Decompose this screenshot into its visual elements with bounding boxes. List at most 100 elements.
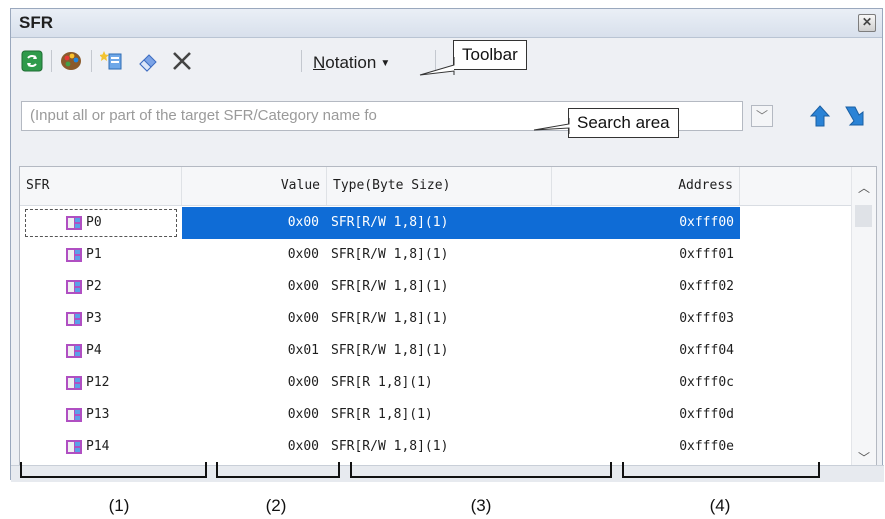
- sfr-panel: SFR ✕ Notation ▼ (Input all or part of t…: [10, 8, 884, 482]
- section-label-3: (3): [470, 496, 492, 515]
- column-header-value[interactable]: Value: [182, 167, 327, 205]
- sfr-name-wrap[interactable]: P0: [25, 209, 177, 237]
- cell-type: SFR[R 1,8](1): [331, 407, 433, 422]
- column-bracket-3: [350, 462, 612, 478]
- cell-type: SFR[R/W 1,8](1): [331, 279, 449, 294]
- table-row[interactable]: P13 0x00 SFR[R 1,8](1) 0xfff0d: [20, 399, 854, 431]
- cell-value[interactable]: 0x00: [182, 367, 327, 399]
- table-row[interactable]: P3 0x00 SFR[R/W 1,8](1) 0xfff03: [20, 303, 854, 335]
- cell-value[interactable]: 0x00: [182, 271, 327, 303]
- scroll-down-icon[interactable]: ﹀: [852, 449, 876, 466]
- table-row[interactable]: P1 0x00 SFR[R/W 1,8](1) 0xfff01: [20, 239, 854, 271]
- cell-sfr[interactable]: P14: [20, 431, 182, 463]
- section-label-1: (1): [108, 496, 130, 515]
- close-button[interactable]: ✕: [858, 14, 876, 32]
- search-area-callout: Search area: [568, 108, 679, 138]
- cell-value[interactable]: 0x00: [182, 399, 327, 431]
- column-header-type[interactable]: Type(Byte Size): [327, 167, 552, 205]
- sfr-name: P1: [86, 247, 102, 262]
- refresh-button[interactable]: [19, 48, 45, 74]
- cell-type: SFR[R/W 1,8](1): [327, 207, 552, 239]
- scrollbar-thumb[interactable]: [855, 205, 872, 227]
- scroll-up-icon[interactable]: ︿: [852, 179, 876, 196]
- cell-type: SFR[R/W 1,8](1): [331, 311, 449, 326]
- sfr-name: P12: [86, 375, 110, 390]
- search-callout-pointer: [533, 118, 570, 134]
- notation-menu-button[interactable]: Notation ▼: [313, 53, 390, 73]
- column-bracket-4: [622, 462, 820, 478]
- toolbar-separator: [301, 50, 302, 72]
- cell-value[interactable]: 0x00: [182, 207, 327, 239]
- cell-address: 0xfff01: [679, 247, 734, 262]
- register-icon: [66, 408, 82, 422]
- cell-sfr[interactable]: P3: [20, 303, 182, 335]
- cell-address: 0xfff00: [552, 207, 740, 239]
- dropdown-caret-icon: ▼: [380, 58, 391, 70]
- cell-value[interactable]: 0x00: [182, 303, 327, 335]
- cell-sfr[interactable]: P2: [20, 271, 182, 303]
- chevron-down-icon: ﹀: [755, 109, 768, 123]
- table-row[interactable]: P14 0x00 SFR[R/W 1,8](1) 0xfff0e: [20, 431, 854, 463]
- cell-value[interactable]: 0x00: [182, 239, 327, 271]
- cell-address: 0xfff0e: [679, 439, 734, 454]
- register-to-watch-button[interactable]: [99, 48, 125, 74]
- register-icon: [66, 440, 82, 454]
- sfr-name: P2: [86, 279, 102, 294]
- column-header-address[interactable]: Address: [552, 167, 740, 205]
- search-backward-button[interactable]: [805, 101, 835, 131]
- vertical-scrollbar[interactable]: ︿ ﹀: [851, 167, 876, 473]
- section-label-4: (4): [709, 496, 731, 515]
- cell-value[interactable]: 0x00: [182, 431, 327, 463]
- search-history-dropdown[interactable]: ﹀: [751, 105, 773, 127]
- column-header-sfr[interactable]: SFR: [20, 167, 182, 205]
- color-settings-button[interactable]: [58, 48, 84, 74]
- search-forward-button[interactable]: [841, 101, 871, 131]
- add-watch-icon: [100, 51, 122, 70]
- delete-button[interactable]: [169, 48, 195, 74]
- grid-header: SFR Value Type(Byte Size) Address: [20, 167, 854, 206]
- cell-value[interactable]: 0x01: [182, 335, 327, 367]
- column-bracket-2: [216, 462, 340, 478]
- cell-address: 0xfff02: [679, 279, 734, 294]
- sfr-name-wrap[interactable]: P13: [26, 402, 176, 428]
- toolbar-separator: [91, 50, 92, 72]
- cell-sfr[interactable]: P1: [20, 239, 182, 271]
- table-row[interactable]: P2 0x00 SFR[R/W 1,8](1) 0xfff02: [20, 271, 854, 303]
- toolbar-callout-pointer: [419, 57, 455, 76]
- sfr-name: P3: [86, 311, 102, 326]
- sfr-grid: SFR Value Type(Byte Size) Address P0 0x00…: [19, 166, 877, 474]
- cell-address: 0xfff0d: [679, 407, 734, 422]
- sfr-name-wrap[interactable]: P3: [26, 306, 176, 332]
- sfr-name-wrap[interactable]: P2: [26, 274, 176, 300]
- column-bracket-1: [20, 462, 207, 478]
- table-row[interactable]: P12 0x00 SFR[R 1,8](1) 0xfff0c: [20, 367, 854, 399]
- sfr-name-wrap[interactable]: P12: [26, 370, 176, 396]
- section-label-2: (2): [265, 496, 287, 515]
- table-row[interactable]: P0 0x00 SFR[R/W 1,8](1) 0xfff00: [20, 207, 854, 239]
- cell-sfr[interactable]: P0: [20, 207, 182, 239]
- cell-sfr[interactable]: P12: [20, 367, 182, 399]
- cell-address: 0xfff0c: [679, 375, 734, 390]
- color-palette-icon: [61, 52, 81, 70]
- cell-sfr[interactable]: P13: [20, 399, 182, 431]
- notation-label: otation: [325, 53, 377, 72]
- table-row[interactable]: P4 0x01 SFR[R/W 1,8](1) 0xfff04: [20, 335, 854, 367]
- sfr-name-wrap[interactable]: P4: [26, 338, 176, 364]
- delete-icon: [173, 52, 191, 70]
- register-icon: [66, 280, 82, 294]
- search-up-arrow-icon: [809, 105, 831, 127]
- cell-address: 0xfff03: [679, 311, 734, 326]
- search-area: (Input all or part of the target SFR/Cat…: [11, 91, 882, 131]
- close-icon: ✕: [861, 15, 873, 29]
- register-icon: [66, 312, 82, 326]
- clear-button[interactable]: [135, 48, 161, 74]
- register-icon: [66, 248, 82, 262]
- sfr-name-wrap[interactable]: P14: [26, 434, 176, 460]
- cell-sfr[interactable]: P4: [20, 335, 182, 367]
- sfr-name-wrap[interactable]: P1: [26, 242, 176, 268]
- notation-accesskey: N: [313, 53, 326, 72]
- cell-type: SFR[R 1,8](1): [331, 375, 433, 390]
- toolbar-callout: Toolbar: [453, 40, 527, 70]
- refresh-icon: [21, 50, 43, 72]
- sfr-name: P13: [86, 407, 110, 422]
